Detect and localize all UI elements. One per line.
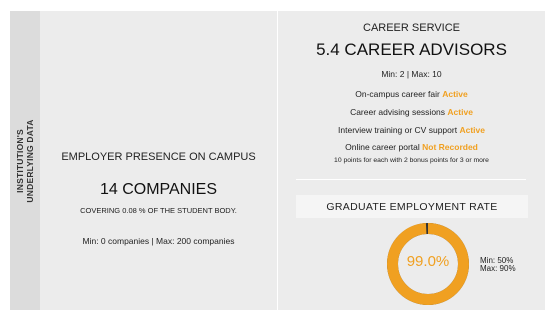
graduate-employment-title: GRADUATE EMPLOYMENT RATE	[326, 201, 498, 213]
employer-presence-title: EMPLOYER PRESENCE ON CAMPUS	[61, 151, 256, 163]
career-item-online-portal: Online career portal Not Recorded	[278, 142, 545, 152]
career-item-career-fair: On-campus career fair Active	[278, 89, 545, 99]
employer-presence-panel: EMPLOYER PRESENCE ON CAMPUS 14 COMPANIES…	[40, 11, 277, 310]
career-service-value: 5.4 CAREER ADVISORS	[316, 40, 507, 59]
career-item-status: Active	[459, 125, 485, 135]
career-service-title: CAREER SERVICE	[363, 22, 460, 34]
career-item-status: Active	[447, 107, 473, 117]
career-service-panel: CAREER SERVICE 5.4 CAREER ADVISORS Min: …	[278, 11, 545, 310]
section-divider	[296, 179, 526, 180]
career-item-interview-training: Interview training or CV support Active	[278, 125, 545, 135]
sidebar-label: INSTITUTION'S UNDERLYING DATA	[15, 119, 35, 202]
employer-presence-value: 14 COMPANIES	[99, 181, 218, 198]
employment-rate-value: 99.0%	[406, 253, 450, 270]
career-item-status: Active	[442, 89, 468, 99]
sidebar-label-line1: INSTITUTION'S	[15, 129, 25, 193]
career-item-label: Interview training or CV support	[338, 125, 458, 135]
career-service-note: 10 points for each with 2 bonus points f…	[334, 157, 489, 164]
career-item-status: Not Recorded	[422, 142, 478, 152]
career-item-label: Career advising sessions	[350, 107, 446, 117]
employment-rate-max: Max: 90%	[480, 264, 516, 273]
career-item-label: On-campus career fair	[355, 89, 440, 99]
dashboard-card: INSTITUTION'S UNDERLYING DATA EMPLOYER P…	[10, 11, 545, 310]
employment-rate-range: Min: 50% Max: 90%	[480, 257, 516, 273]
employer-presence-coverage: COVERING 0.08 % OF THE STUDENT BODY.	[80, 206, 237, 215]
employer-presence-range: Min: 0 companies | Max: 200 companies	[82, 236, 235, 246]
sidebar-tab: INSTITUTION'S UNDERLYING DATA	[10, 11, 40, 310]
graduate-employment-header: GRADUATE EMPLOYMENT RATE	[296, 195, 528, 218]
career-service-range: Min: 2 | Max: 10	[381, 69, 442, 79]
career-item-label: Online career portal	[345, 142, 420, 152]
career-item-advising-sessions: Career advising sessions Active	[278, 107, 545, 117]
sidebar-label-line2: UNDERLYING DATA	[25, 119, 35, 203]
